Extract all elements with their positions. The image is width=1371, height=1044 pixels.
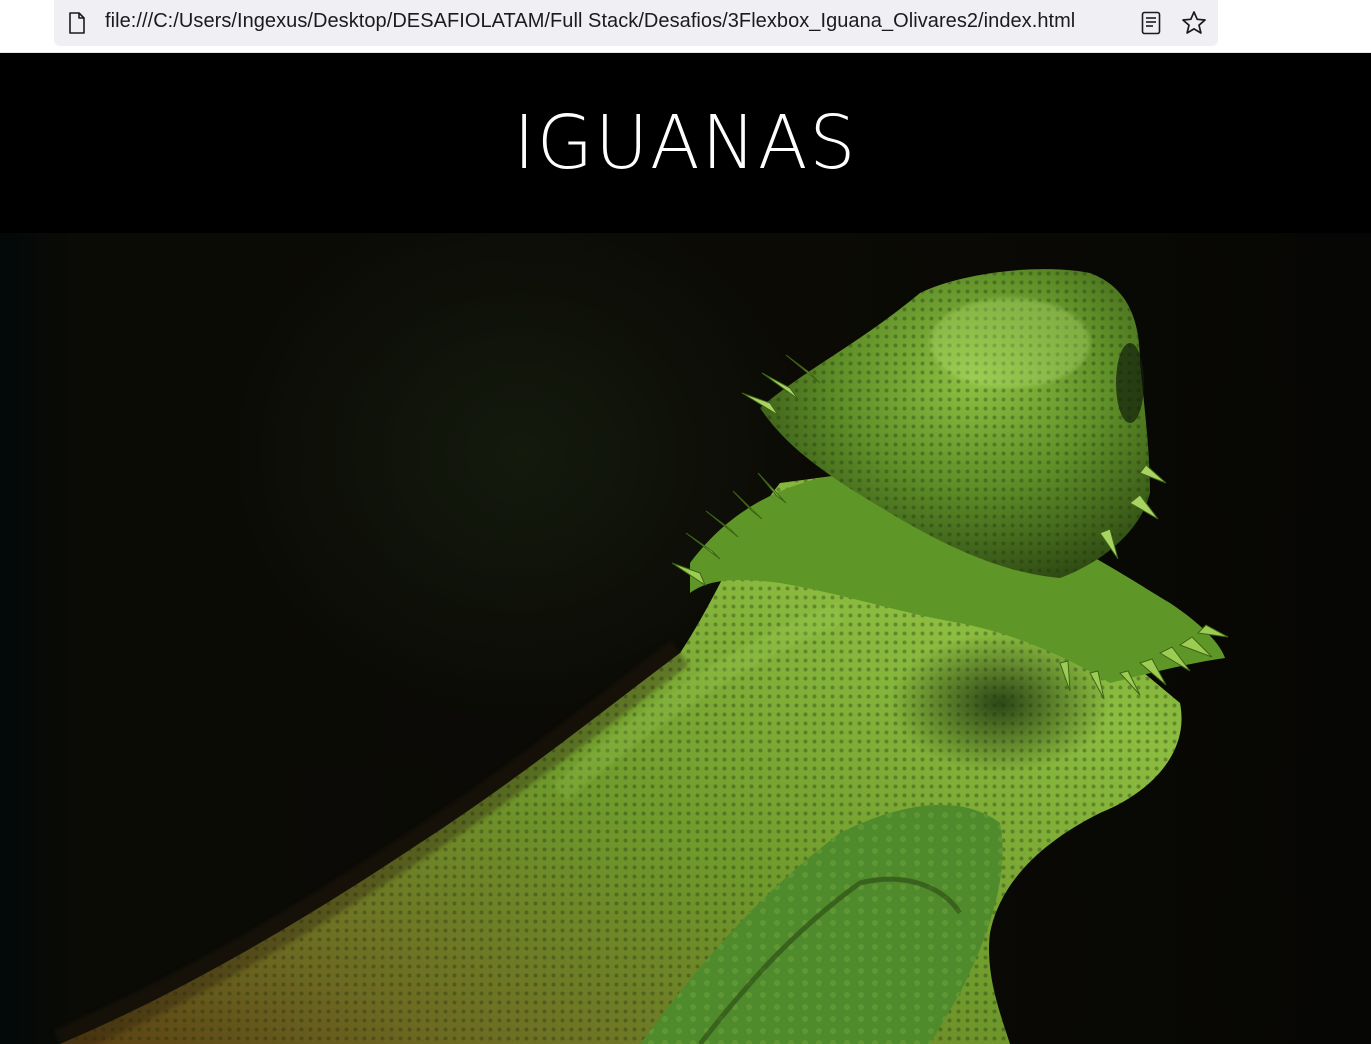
address-bar[interactable]: file:///C:/Users/Ingexus/Desktop/DESAFIO…: [54, 0, 1218, 46]
reader-view-icon[interactable]: [1141, 11, 1161, 35]
hero-image: [0, 233, 1371, 1044]
document-icon: [69, 12, 85, 34]
star-icon[interactable]: [1181, 10, 1207, 36]
page-title: IGUANAS: [513, 100, 858, 186]
iguana-photo: [54, 269, 1229, 1044]
site-header: IGUANAS: [0, 53, 1371, 233]
browser-toolbar: file:///C:/Users/Ingexus/Desktop/DESAFIO…: [0, 0, 1371, 53]
url-text[interactable]: file:///C:/Users/Ingexus/Desktop/DESAFIO…: [105, 10, 1075, 33]
